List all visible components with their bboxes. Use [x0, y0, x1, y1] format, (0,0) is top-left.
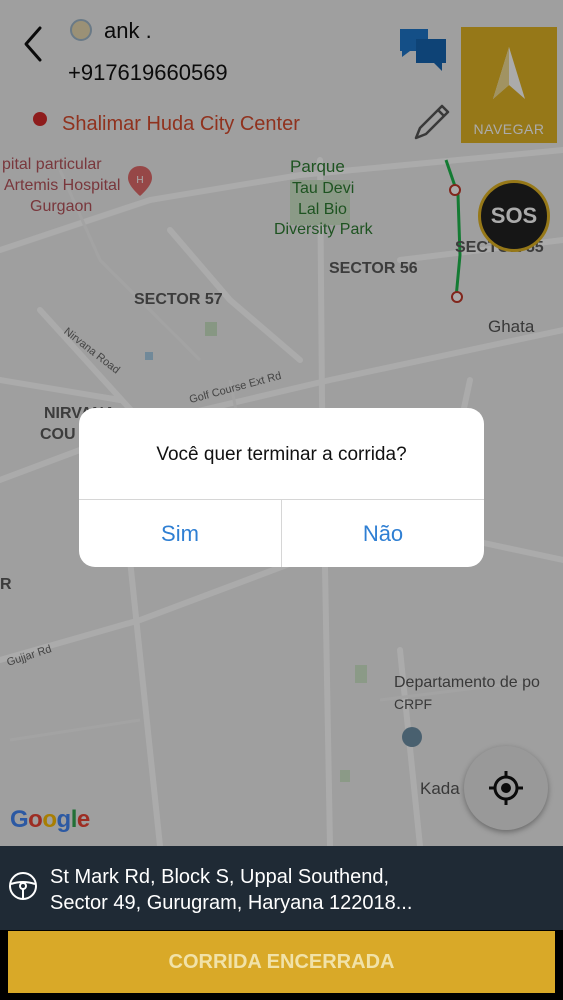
confirm-dialog: Você quer terminar a corrida? Sim Não [79, 408, 484, 567]
dialog-yes-button[interactable]: Sim [79, 500, 281, 567]
address-line-1: St Mark Rd, Block S, Uppal Southend, [50, 866, 390, 888]
finish-ride-button[interactable]: CORRIDA ENCERRADA [8, 931, 555, 993]
steering-wheel-icon [9, 872, 37, 900]
dialog-no-button[interactable]: Não [282, 500, 484, 567]
dialog-message: Você quer terminar a corrida? [156, 444, 407, 465]
pickup-address: St Mark Rd, Block S, Uppal Southend, Sec… [50, 864, 550, 916]
address-line-2: Sector 49, Gurugram, Haryana 122018... [50, 892, 413, 914]
